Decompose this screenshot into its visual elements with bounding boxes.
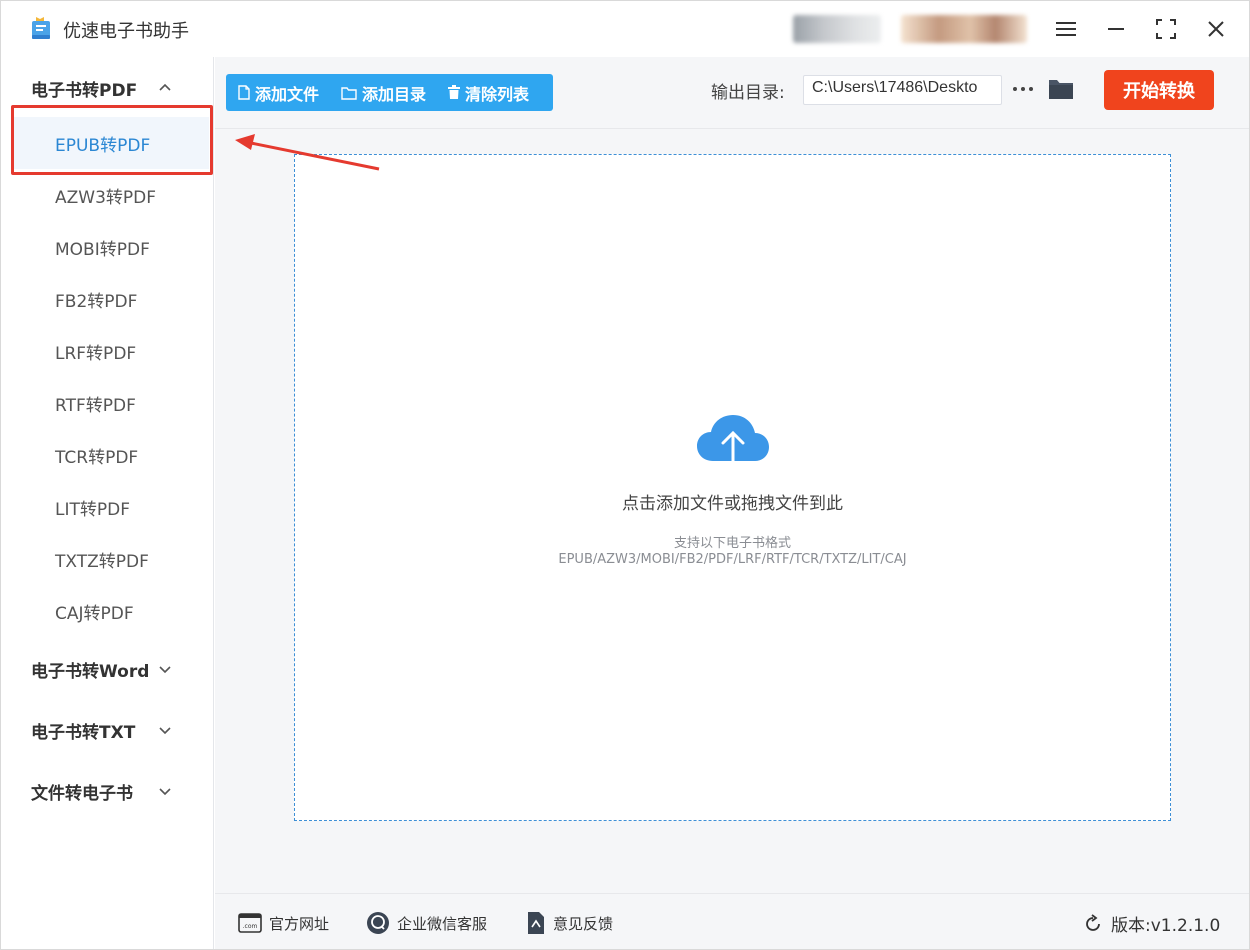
folder-outline-icon — [341, 86, 357, 100]
cloud-upload-icon — [697, 415, 769, 475]
sidebar-item-label: LIT转PDF — [55, 499, 130, 520]
website-icon: .com — [238, 913, 262, 933]
app-title: 优速电子书助手 — [63, 21, 189, 42]
version-info[interactable]: 版本:v1.2.1.0 — [1083, 911, 1220, 936]
feedback-icon — [528, 912, 544, 934]
sidebar-group-label: 电子书转Word — [31, 661, 150, 682]
wechat-support-link[interactable]: 企业微信客服 — [366, 911, 487, 935]
wechat-support-label: 企业微信客服 — [397, 914, 488, 933]
sidebar-item-label: MOBI转PDF — [55, 239, 150, 260]
start-convert-button[interactable]: 开始转换 — [1104, 70, 1214, 110]
add-file-button[interactable]: 添加文件 — [226, 74, 329, 111]
hamburger-icon — [1056, 22, 1076, 36]
chevron-down-icon — [159, 727, 171, 735]
sidebar-item-tcr-to-pdf[interactable]: TCR转PDF — [13, 429, 209, 481]
supported-formats-title: 支持以下电子书格式 — [673, 536, 791, 551]
sidebar-item-label: EPUB转PDF — [55, 135, 151, 156]
sidebar-item-label: AZW3转PDF — [55, 187, 157, 208]
menu-button[interactable] — [1048, 11, 1084, 47]
sidebar-group-label: 电子书转TXT — [31, 722, 136, 743]
sidebar-item-label: CAJ转PDF — [55, 603, 134, 624]
add-directory-label: 添加目录 — [362, 84, 427, 104]
add-file-label: 添加文件 — [255, 84, 320, 104]
trash-icon — [448, 85, 461, 99]
sidebar-group-ebook-to-pdf[interactable]: 电子书转PDF — [1, 63, 213, 113]
sidebar-item-lrf-to-pdf[interactable]: LRF转PDF — [13, 325, 209, 377]
feedback-link[interactable]: 意见反馈 — [526, 911, 613, 935]
toolbar: 添加文件 添加目录 清除列表 输出目录: C:\Users\17486\Desk… — [215, 57, 1249, 129]
chevron-up-icon — [159, 83, 171, 91]
add-directory-button[interactable]: 添加目录 — [329, 74, 436, 111]
sidebar-item-azw3-to-pdf[interactable]: AZW3转PDF — [13, 169, 209, 221]
footer-bar: .com 官方网址 企业微信客服 意见反馈 版本:v1.2.1.0 — [215, 893, 1249, 949]
close-button[interactable] — [1198, 11, 1234, 47]
close-icon — [1208, 21, 1224, 37]
chevron-down-icon — [159, 788, 171, 796]
clear-list-button[interactable]: 清除列表 — [436, 74, 539, 111]
sidebar-group-label: 文件转电子书 — [31, 783, 133, 804]
version-label: 版本:v1.2.1.0 — [1111, 916, 1221, 936]
sidebar-item-rtf-to-pdf[interactable]: RTF转PDF — [13, 377, 209, 429]
minimize-icon — [1108, 28, 1124, 30]
sidebar-item-label: RTF转PDF — [55, 395, 136, 416]
sidebar: 电子书转PDF EPUB转PDF AZW3转PDF MOBI转PDF FB2转P… — [1, 57, 214, 949]
file-icon — [238, 85, 250, 100]
blurred-account-name — [901, 15, 1027, 43]
sidebar-group-ebook-to-txt[interactable]: 电子书转TXT — [1, 705, 213, 755]
sidebar-item-label: FB2转PDF — [55, 291, 138, 312]
output-dir-input[interactable]: C:\Users\17486\Deskto — [803, 75, 1002, 105]
drop-hint-text: 点击添加文件或拖拽文件到此 — [622, 494, 843, 514]
feedback-label: 意见反馈 — [553, 914, 614, 933]
open-folder-icon[interactable] — [1047, 75, 1075, 103]
sidebar-item-fb2-to-pdf[interactable]: FB2转PDF — [13, 273, 209, 325]
official-website-label: 官方网址 — [269, 914, 330, 933]
sidebar-item-lit-to-pdf[interactable]: LIT转PDF — [13, 481, 209, 533]
maximize-icon — [1156, 19, 1176, 39]
sidebar-item-epub-to-pdf[interactable]: EPUB转PDF — [13, 117, 209, 169]
sidebar-group-label: 电子书转PDF — [31, 80, 138, 101]
svg-text:.com: .com — [243, 923, 258, 930]
sidebar-item-label: TXTZ转PDF — [55, 551, 149, 572]
refresh-icon — [1086, 913, 1100, 931]
chevron-down-icon — [159, 666, 171, 674]
supported-formats-list: EPUB/AZW3/MOBI/FB2/PDF/LRF/RTF/TCR/TXTZ/… — [558, 552, 907, 567]
maximize-button[interactable] — [1148, 11, 1184, 47]
sidebar-group-ebook-to-word[interactable]: 电子书转Word — [1, 644, 213, 694]
minimize-button[interactable] — [1098, 11, 1134, 47]
file-drop-zone[interactable]: 点击添加文件或拖拽文件到此 支持以下电子书格式 EPUB/AZW3/MOBI/F… — [294, 154, 1171, 821]
app-logo-icon — [32, 17, 50, 39]
sidebar-item-label: LRF转PDF — [55, 343, 137, 364]
main-panel: 添加文件 添加目录 清除列表 输出目录: C:\Users\17486\Desk… — [215, 57, 1249, 949]
blurred-account-info — [793, 15, 881, 43]
sidebar-group-file-to-ebook[interactable]: 文件转电子书 — [1, 766, 213, 816]
file-action-group: 添加文件 添加目录 清除列表 — [226, 74, 553, 111]
sidebar-item-caj-to-pdf[interactable]: CAJ转PDF — [13, 585, 209, 637]
sidebar-item-label: TCR转PDF — [55, 447, 139, 468]
clear-list-label: 清除列表 — [465, 84, 530, 104]
more-options-icon[interactable] — [1011, 79, 1035, 99]
sidebar-item-txtz-to-pdf[interactable]: TXTZ转PDF — [13, 533, 209, 585]
chat-icon — [367, 912, 389, 934]
official-website-link[interactable]: .com 官方网址 — [238, 911, 329, 935]
title-bar: 优速电子书助手 — [1, 1, 1249, 57]
output-dir-label: 输出目录: — [711, 83, 785, 103]
sidebar-item-mobi-to-pdf[interactable]: MOBI转PDF — [13, 221, 209, 273]
app-window: 优速电子书助手 电子书转PDF EPUB转PDF AZW3转PDF MOBI转P… — [0, 0, 1250, 950]
